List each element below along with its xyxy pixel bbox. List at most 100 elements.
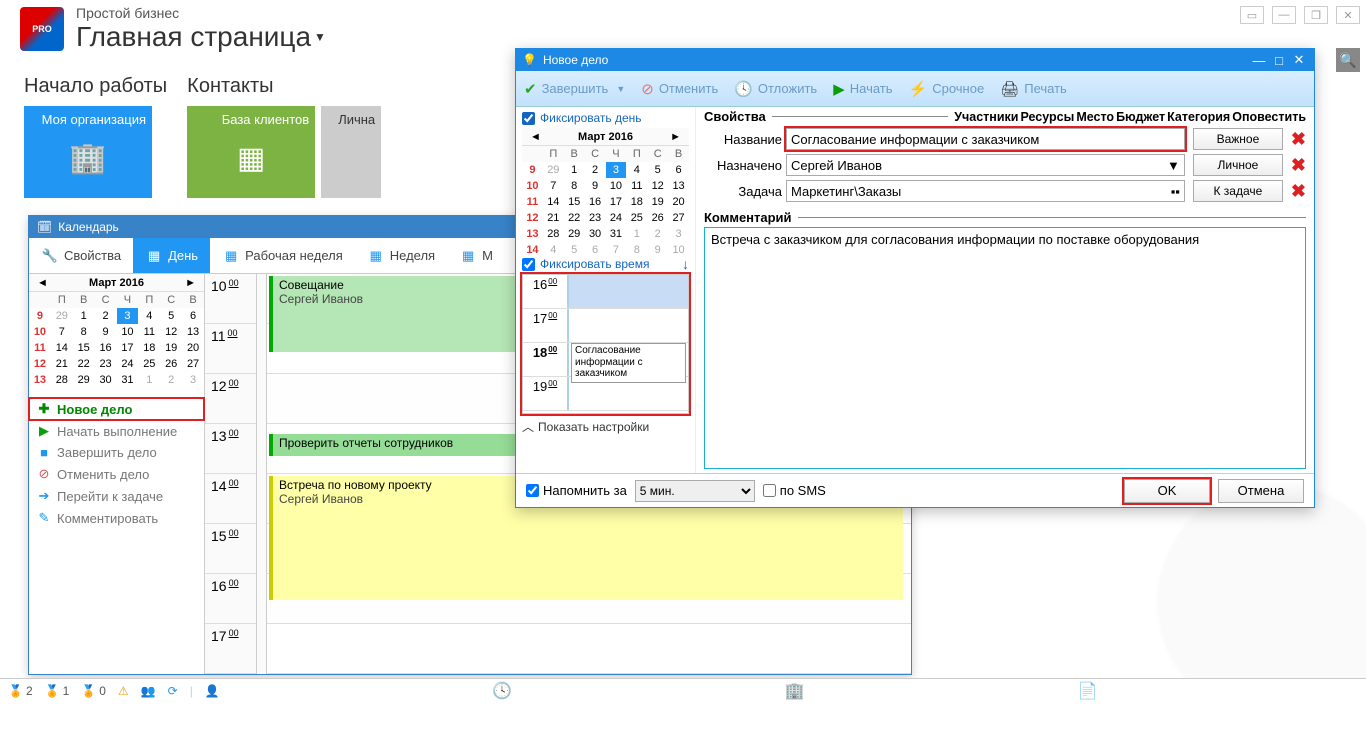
chevron-down-icon: ▼: [314, 30, 326, 44]
name-input[interactable]: [786, 128, 1185, 150]
app-header: PRO Простой бизнес Главная страница▼: [20, 5, 326, 53]
printer-icon: 🖨: [1000, 80, 1019, 98]
status-clock-icon[interactable]: 🕓: [492, 681, 512, 701]
remind-select[interactable]: 5 мин.: [635, 480, 755, 502]
new-task-dialog: 💡Новое дело — □ ✕ ✔Завершить▼ ⊘Отменить …: [515, 48, 1315, 508]
dialog-right-panel: Свойства Участники Ресурсы Место Бюджет …: [696, 107, 1314, 473]
chevron-down-icon[interactable]: ▼: [1167, 158, 1180, 173]
dialog-toolbar: ✔Завершить▼ ⊘Отменить 🕓Отложить ▶Начать …: [516, 71, 1314, 107]
building-icon: 🏢: [69, 141, 106, 176]
show-settings-toggle[interactable]: ︿Показать настройки: [522, 418, 689, 435]
schedule-event[interactable]: Согласование информации с заказчиком: [571, 343, 686, 383]
dtb-start[interactable]: ▶Начать: [833, 80, 892, 98]
status-doc-icon[interactable]: 📄: [1077, 681, 1097, 701]
status-warning-icon[interactable]: ⚠: [118, 684, 129, 698]
prev-month-icon[interactable]: ◄: [526, 131, 545, 143]
status-users-icon[interactable]: 👥: [141, 684, 156, 698]
section-contacts-header: Контакты: [187, 75, 381, 98]
lightning-icon: ⚡: [909, 80, 928, 98]
day-schedule[interactable]: 1600170018001900 Согласование информации…: [522, 274, 689, 414]
lightbulb-icon: 💡: [522, 53, 537, 67]
stop-icon: ■: [37, 445, 51, 460]
dlg-maximize-icon[interactable]: □: [1270, 53, 1288, 68]
to-task-button[interactable]: К задаче: [1193, 180, 1283, 202]
personal-button[interactable]: Личное: [1193, 154, 1283, 176]
table-icon: ▦: [237, 141, 265, 176]
dtb-postpone[interactable]: 🕓Отложить: [734, 80, 817, 98]
search-icon[interactable]: 🔍: [1336, 48, 1360, 72]
next-month-icon[interactable]: ►: [666, 131, 685, 143]
dlg-minimize-icon[interactable]: —: [1250, 53, 1268, 68]
cancel-button[interactable]: Отмена: [1218, 479, 1304, 503]
name-label: Название: [704, 132, 782, 147]
important-button[interactable]: Важное: [1193, 128, 1283, 150]
check-icon: ✔: [524, 80, 537, 98]
dlg-close-icon[interactable]: ✕: [1290, 53, 1308, 68]
tb-workweek[interactable]: ▦Рабочая неделя: [210, 238, 355, 273]
pencil-icon: ✎: [37, 510, 51, 526]
clear-important-icon[interactable]: ✖: [1291, 129, 1306, 150]
prev-month-icon[interactable]: ◄: [33, 277, 52, 289]
status-badge-grey[interactable]: 🏅0: [81, 684, 106, 698]
status-badge-orange[interactable]: 🏅1: [45, 684, 70, 698]
card-personal[interactable]: Лична: [321, 106, 381, 198]
medal-icon: 🏅: [81, 684, 96, 698]
clear-task-icon[interactable]: ✖: [1291, 181, 1306, 202]
month-label: Март 2016: [89, 277, 144, 289]
remind-checkbox[interactable]: Напомнить за: [526, 483, 627, 498]
tab-notify[interactable]: Оповестить: [1232, 110, 1306, 124]
app-logo-icon: PRO: [20, 7, 64, 51]
sms-checkbox[interactable]: по SMS: [763, 483, 826, 498]
tab-resources[interactable]: Ресурсы: [1020, 110, 1074, 124]
status-badge-green[interactable]: 🏅2: [8, 684, 33, 698]
workweek-icon: ▦: [222, 247, 240, 265]
fix-day-checkbox[interactable]: Фиксировать день: [522, 111, 689, 125]
ok-button[interactable]: OK: [1124, 479, 1210, 503]
tab-place[interactable]: Место: [1076, 110, 1114, 124]
dtb-print[interactable]: 🖨Печать: [1000, 80, 1067, 98]
card-clients[interactable]: База клиентов ▦: [187, 106, 315, 198]
day-icon: ▦: [145, 247, 163, 265]
tb-day[interactable]: ▦День: [133, 238, 210, 273]
card-my-org[interactable]: Моя организация 🏢: [24, 106, 152, 198]
maximize-icon[interactable]: ❐: [1304, 6, 1328, 24]
dlg-mini-calendar[interactable]: ПВСЧПСВ929123456107891011121311141516171…: [522, 146, 689, 258]
assigned-input[interactable]: ▼: [786, 154, 1185, 176]
month-icon: ▦: [459, 247, 477, 265]
comment-header: Комментарий: [704, 210, 792, 225]
tab-category[interactable]: Категория: [1167, 110, 1230, 124]
comment-textarea[interactable]: Встреча с заказчиком для согласования ин…: [704, 227, 1306, 469]
action-comment[interactable]: ✎Комментировать: [29, 507, 204, 529]
close-icon[interactable]: ✕: [1336, 6, 1360, 24]
tb-week[interactable]: ▦Неделя: [355, 238, 447, 273]
app-title[interactable]: Главная страница▼: [76, 21, 326, 53]
dialog-titlebar[interactable]: 💡Новое дело — □ ✕: [516, 49, 1314, 71]
prohibit-icon: ⊘: [37, 466, 51, 482]
next-month-icon[interactable]: ►: [181, 277, 200, 289]
dtb-finish[interactable]: ✔Завершить▼: [524, 80, 625, 98]
action-start[interactable]: ▶Начать выполнение: [29, 420, 204, 442]
task-input[interactable]: ▪▪: [786, 180, 1185, 202]
marker-column: [257, 274, 267, 674]
clear-personal-icon[interactable]: ✖: [1291, 155, 1306, 176]
fix-time-checkbox[interactable]: Фиксировать время↓: [522, 256, 689, 272]
status-person-icon[interactable]: 👤: [205, 684, 220, 698]
action-new-task[interactable]: ✚Новое дело: [29, 398, 204, 420]
dlg-month-label: Март 2016: [578, 131, 633, 143]
tab-participants[interactable]: Участники: [954, 110, 1018, 124]
tb-month[interactable]: ▦М: [447, 238, 505, 273]
dtb-cancel[interactable]: ⊘Отменить: [641, 80, 718, 98]
window-layout-icon[interactable]: ▭: [1240, 6, 1264, 24]
tb-properties[interactable]: 🔧Свойства: [29, 238, 133, 273]
action-finish[interactable]: ■Завершить дело: [29, 442, 204, 463]
browse-icon[interactable]: ▪▪: [1171, 184, 1180, 199]
tab-budget[interactable]: Бюджет: [1116, 110, 1165, 124]
status-refresh-icon[interactable]: ⟳: [168, 684, 178, 698]
action-goto-task[interactable]: ➔Перейти к задаче: [29, 485, 204, 507]
action-cancel[interactable]: ⊘Отменить дело: [29, 463, 204, 485]
minimize-icon[interactable]: —: [1272, 6, 1296, 24]
dtb-urgent[interactable]: ⚡Срочное: [909, 80, 985, 98]
mini-calendar[interactable]: ПВСЧПСВ929123456107891011121311141516171…: [29, 292, 204, 388]
status-building-icon[interactable]: 🏢: [785, 681, 805, 701]
app-subtitle: Простой бизнес: [76, 5, 326, 21]
